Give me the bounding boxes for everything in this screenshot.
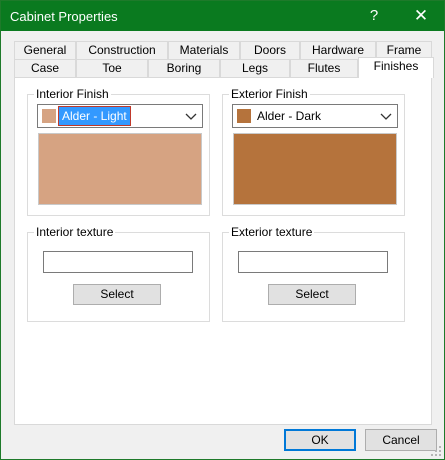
tab-general[interactable]: General: [14, 41, 76, 60]
interior-texture-label: Interior texture: [34, 225, 116, 239]
dialog-client: General Construction Materials Doors Har…: [1, 31, 444, 459]
close-button[interactable]: ✕: [398, 1, 444, 31]
interior-finish-group: Interior Finish Alder - Light: [27, 87, 210, 216]
tab-legs[interactable]: Legs: [220, 59, 290, 78]
exterior-finish-dropdown[interactable]: Alder - Dark: [232, 104, 398, 128]
ok-button[interactable]: OK: [284, 429, 356, 451]
help-button[interactable]: ?: [351, 1, 397, 31]
exterior-texture-input[interactable]: [238, 251, 388, 273]
interior-finish-dropdown[interactable]: Alder - Light: [37, 104, 203, 128]
window-title: Cabinet Properties: [10, 9, 118, 24]
chevron-down-icon[interactable]: [379, 108, 393, 124]
tab-boring[interactable]: Boring: [148, 59, 220, 78]
finishes-panel: Interior Finish Alder - Light Exterior F…: [14, 77, 432, 425]
exterior-texture-label: Exterior texture: [229, 225, 315, 239]
exterior-finish-selected: Alder - Dark: [257, 109, 322, 123]
cancel-button[interactable]: Cancel: [365, 429, 437, 451]
interior-texture-input[interactable]: [43, 251, 193, 273]
tab-construction[interactable]: Construction: [76, 41, 168, 60]
exterior-finish-label: Exterior Finish: [229, 87, 310, 101]
tab-doors[interactable]: Doors: [240, 41, 300, 60]
interior-texture-group: Interior texture Select: [27, 225, 210, 322]
tab-finishes[interactable]: Finishes: [358, 57, 434, 78]
exterior-finish-preview: [233, 133, 397, 205]
chevron-down-icon[interactable]: [184, 108, 198, 124]
interior-texture-select-button[interactable]: Select: [73, 284, 161, 305]
exterior-finish-swatch-icon: [237, 109, 251, 123]
title-bar[interactable]: Cabinet Properties ? ✕: [1, 1, 444, 31]
exterior-finish-group: Exterior Finish Alder - Dark: [222, 87, 405, 216]
interior-finish-preview: [38, 133, 202, 205]
tab-toe[interactable]: Toe: [76, 59, 148, 78]
tab-case[interactable]: Case: [14, 59, 76, 78]
interior-finish-swatch-icon: [42, 109, 56, 123]
resize-grip-icon[interactable]: [430, 445, 442, 457]
tab-materials[interactable]: Materials: [168, 41, 240, 60]
dialog-window: Cabinet Properties ? ✕ General Construct…: [0, 0, 445, 460]
interior-finish-label: Interior Finish: [34, 87, 111, 101]
interior-finish-selected: Alder - Light: [58, 106, 131, 126]
exterior-texture-select-button[interactable]: Select: [268, 284, 356, 305]
tab-flutes[interactable]: Flutes: [290, 59, 358, 78]
exterior-texture-group: Exterior texture Select: [222, 225, 405, 322]
